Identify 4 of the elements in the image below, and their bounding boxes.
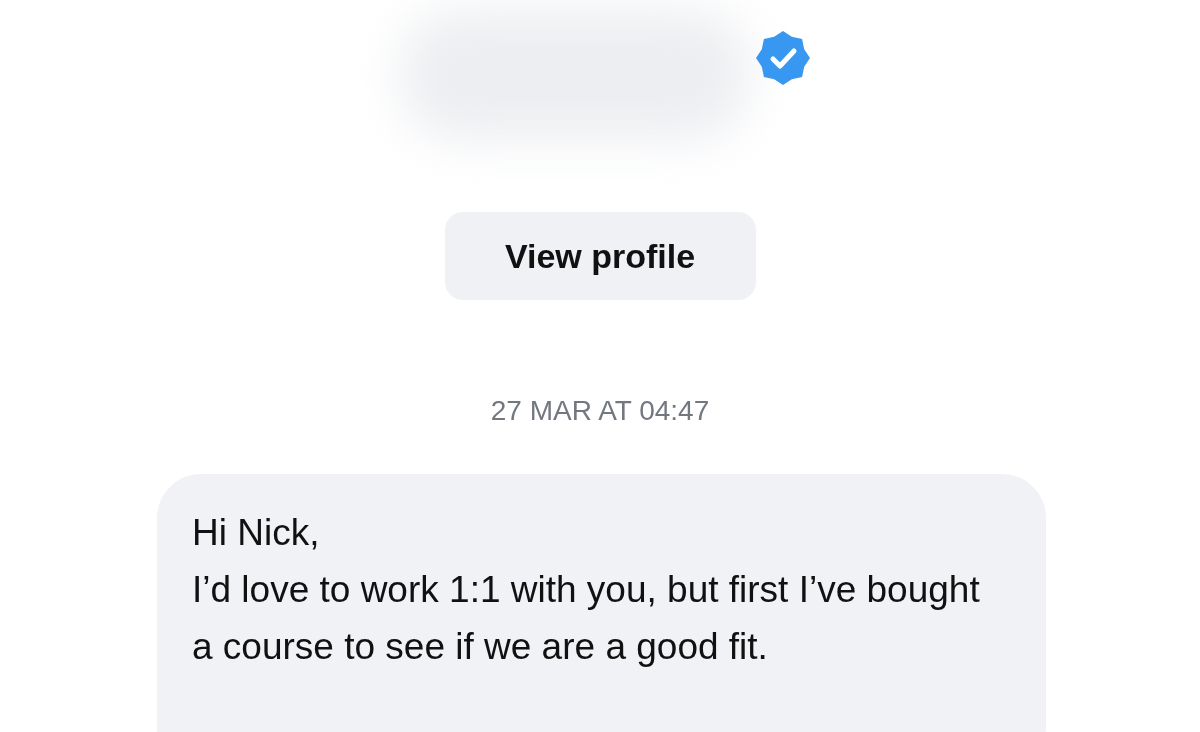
message-text: I’d love to work 1:1 with you, but first I’ve bought a course to see if we are a good fit. — [192, 568, 981, 669]
message-text: Hi Nick, — [192, 511, 321, 555]
view-profile-button[interactable]: View profile — [444, 212, 756, 300]
timestamp: 27 MAR AT 04:47 — [490, 394, 710, 428]
